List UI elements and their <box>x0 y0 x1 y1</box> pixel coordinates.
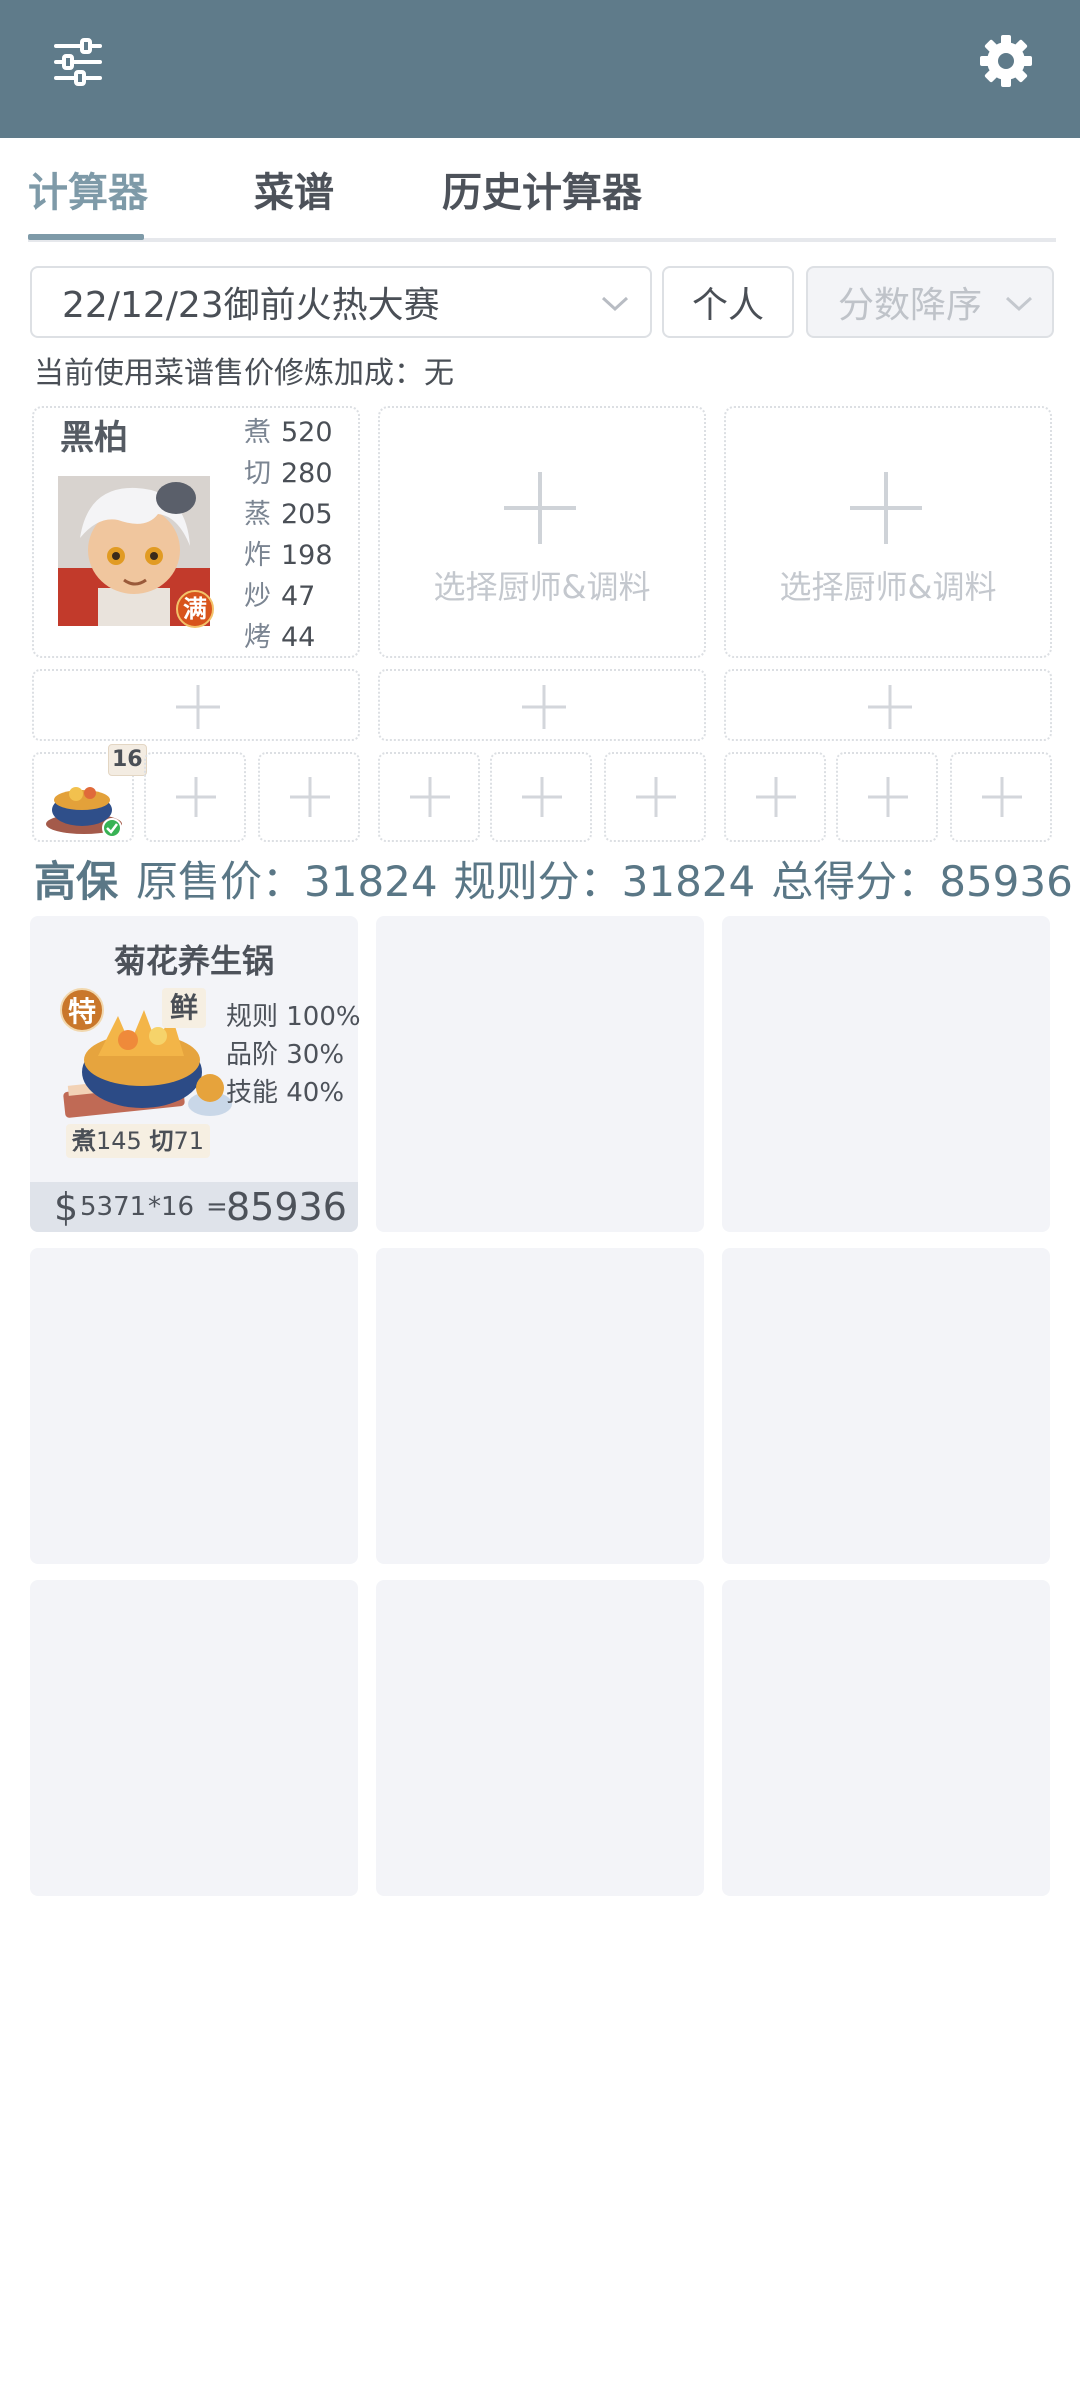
plus-icon <box>982 777 1022 817</box>
recipe-result-card[interactable]: 菊花养生锅 特 鲜 规则 100% 品阶 30% 技能 40% 煮145 切71… <box>30 916 361 1232</box>
chef-stat-row: 切 280 <box>244 458 333 489</box>
empty-result-card <box>722 916 1050 1232</box>
chef-stat-row: 烤 44 <box>244 622 316 653</box>
chevron-down-icon <box>601 296 629 312</box>
chef-stats: 煮 520 切 280 蒸 205 炸 198 炒 47 烤 44 <box>244 412 354 658</box>
quantity-multiplier: *16 <box>148 1192 195 1222</box>
empty-result-card <box>30 1248 358 1564</box>
active-tab-indicator <box>28 234 144 240</box>
empty-result-card <box>376 1248 704 1564</box>
recipe-slot[interactable] <box>490 752 592 842</box>
chef-avatar: 满 <box>58 476 214 628</box>
recipe-count-badge: 16 <box>108 744 147 776</box>
event-select[interactable]: 22/12/23御前火热大赛 <box>30 266 652 338</box>
plus-icon <box>868 777 908 817</box>
equip-slot[interactable] <box>724 669 1052 741</box>
empty-result-card <box>722 1580 1050 1896</box>
empty-chef-slot[interactable]: 选择厨师&调料 <box>378 406 706 658</box>
chef-stat-row: 炒 47 <box>244 581 316 612</box>
recipe-slot[interactable] <box>950 752 1052 842</box>
chef-stat-row: 炸 198 <box>244 540 333 571</box>
plus-icon <box>176 777 216 817</box>
plus-icon <box>290 777 330 817</box>
gear-icon[interactable] <box>978 33 1034 89</box>
recipe-slot[interactable] <box>378 752 480 842</box>
app-header <box>0 0 1080 138</box>
equals-sign: = <box>206 1192 228 1222</box>
recipe-slot[interactable] <box>836 752 938 842</box>
plus-icon <box>176 685 220 729</box>
recipe-slot[interactable] <box>724 752 826 842</box>
empty-result-card <box>376 1580 704 1896</box>
recipe-slot[interactable] <box>258 752 360 842</box>
empty-result-card <box>722 1248 1050 1564</box>
equip-slot[interactable] <box>378 669 706 741</box>
event-select-value: 22/12/23御前火热大赛 <box>62 285 440 326</box>
chevron-down-icon <box>1005 296 1033 312</box>
grade-label: 高保 <box>34 857 119 906</box>
plus-icon <box>522 685 566 729</box>
sort-select[interactable]: 分数降序 <box>806 266 1054 338</box>
chef-stat-row: 蒸 205 <box>244 499 333 530</box>
sliders-icon[interactable] <box>52 36 104 88</box>
chef-stat-row: 煮 520 <box>244 417 333 448</box>
plus-icon <box>868 685 912 729</box>
tab-calculator[interactable]: 计算器 <box>28 160 148 218</box>
score-summary: 高保 原售价：31824 规则分：31824 总得分：85936 <box>34 848 1073 909</box>
sort-select-value: 分数降序 <box>838 285 983 326</box>
dish-thumbnail-icon <box>46 787 122 838</box>
empty-result-card <box>30 1580 358 1896</box>
equip-slot[interactable] <box>32 669 360 741</box>
price-calculation: $ 5371 *16 = 85936 <box>30 1182 358 1232</box>
bonus-info: 当前使用菜谱售价修炼加成：无 <box>34 356 454 391</box>
empty-result-card <box>376 916 704 1232</box>
total-score: 总得分：85936 <box>771 857 1073 906</box>
chef-card[interactable]: 黑柏 满 煮 520 切 280 蒸 205 炸 198 炒 47 烤 44 <box>32 406 360 658</box>
mode-button[interactable]: 个人 <box>662 266 794 338</box>
tab-recipes[interactable]: 菜谱 <box>254 160 334 218</box>
grade-percentage: 品阶 30% <box>226 1040 345 1070</box>
fresh-tag: 鲜 <box>162 988 206 1028</box>
select-chef-label: 选择厨师&调料 <box>433 568 651 606</box>
rule-score: 规则分：31824 <box>453 857 756 906</box>
select-chef-label: 选择厨师&调料 <box>779 568 997 606</box>
currency-symbol: $ <box>54 1185 79 1229</box>
chef-level-badge: 满 <box>176 590 214 628</box>
skill-requirements: 煮145 切71 <box>66 1124 210 1158</box>
plus-icon <box>410 777 450 817</box>
recipe-name: 菊花养生锅 <box>113 942 274 980</box>
mode-button-label: 个人 <box>691 285 764 326</box>
recipe-slot[interactable] <box>144 752 246 842</box>
unit-price: 5371 <box>80 1192 147 1222</box>
recipe-slot[interactable] <box>604 752 706 842</box>
chef-name: 黑柏 <box>60 418 128 458</box>
tab-history-calculator[interactable]: 历史计算器 <box>442 160 642 218</box>
plus-icon <box>636 777 676 817</box>
rule-percentage: 规则 100% <box>226 1002 361 1032</box>
plus-icon <box>850 472 922 544</box>
recipe-slot[interactable]: 16 <box>32 744 147 842</box>
empty-chef-slot[interactable]: 选择厨师&调料 <box>724 406 1052 658</box>
original-price: 原售价：31824 <box>136 857 438 906</box>
recipe-total: 85936 <box>226 1185 347 1229</box>
plus-icon <box>504 472 576 544</box>
tab-bar: 计算器 菜谱 历史计算器 <box>28 150 1056 242</box>
skill-percentage: 技能 40% <box>226 1078 345 1108</box>
plus-icon <box>756 777 796 817</box>
plus-icon <box>522 777 562 817</box>
special-tag: 特 <box>60 988 104 1032</box>
bonus-percentages: 规则 100% 品阶 30% 技能 40% <box>226 998 361 1112</box>
